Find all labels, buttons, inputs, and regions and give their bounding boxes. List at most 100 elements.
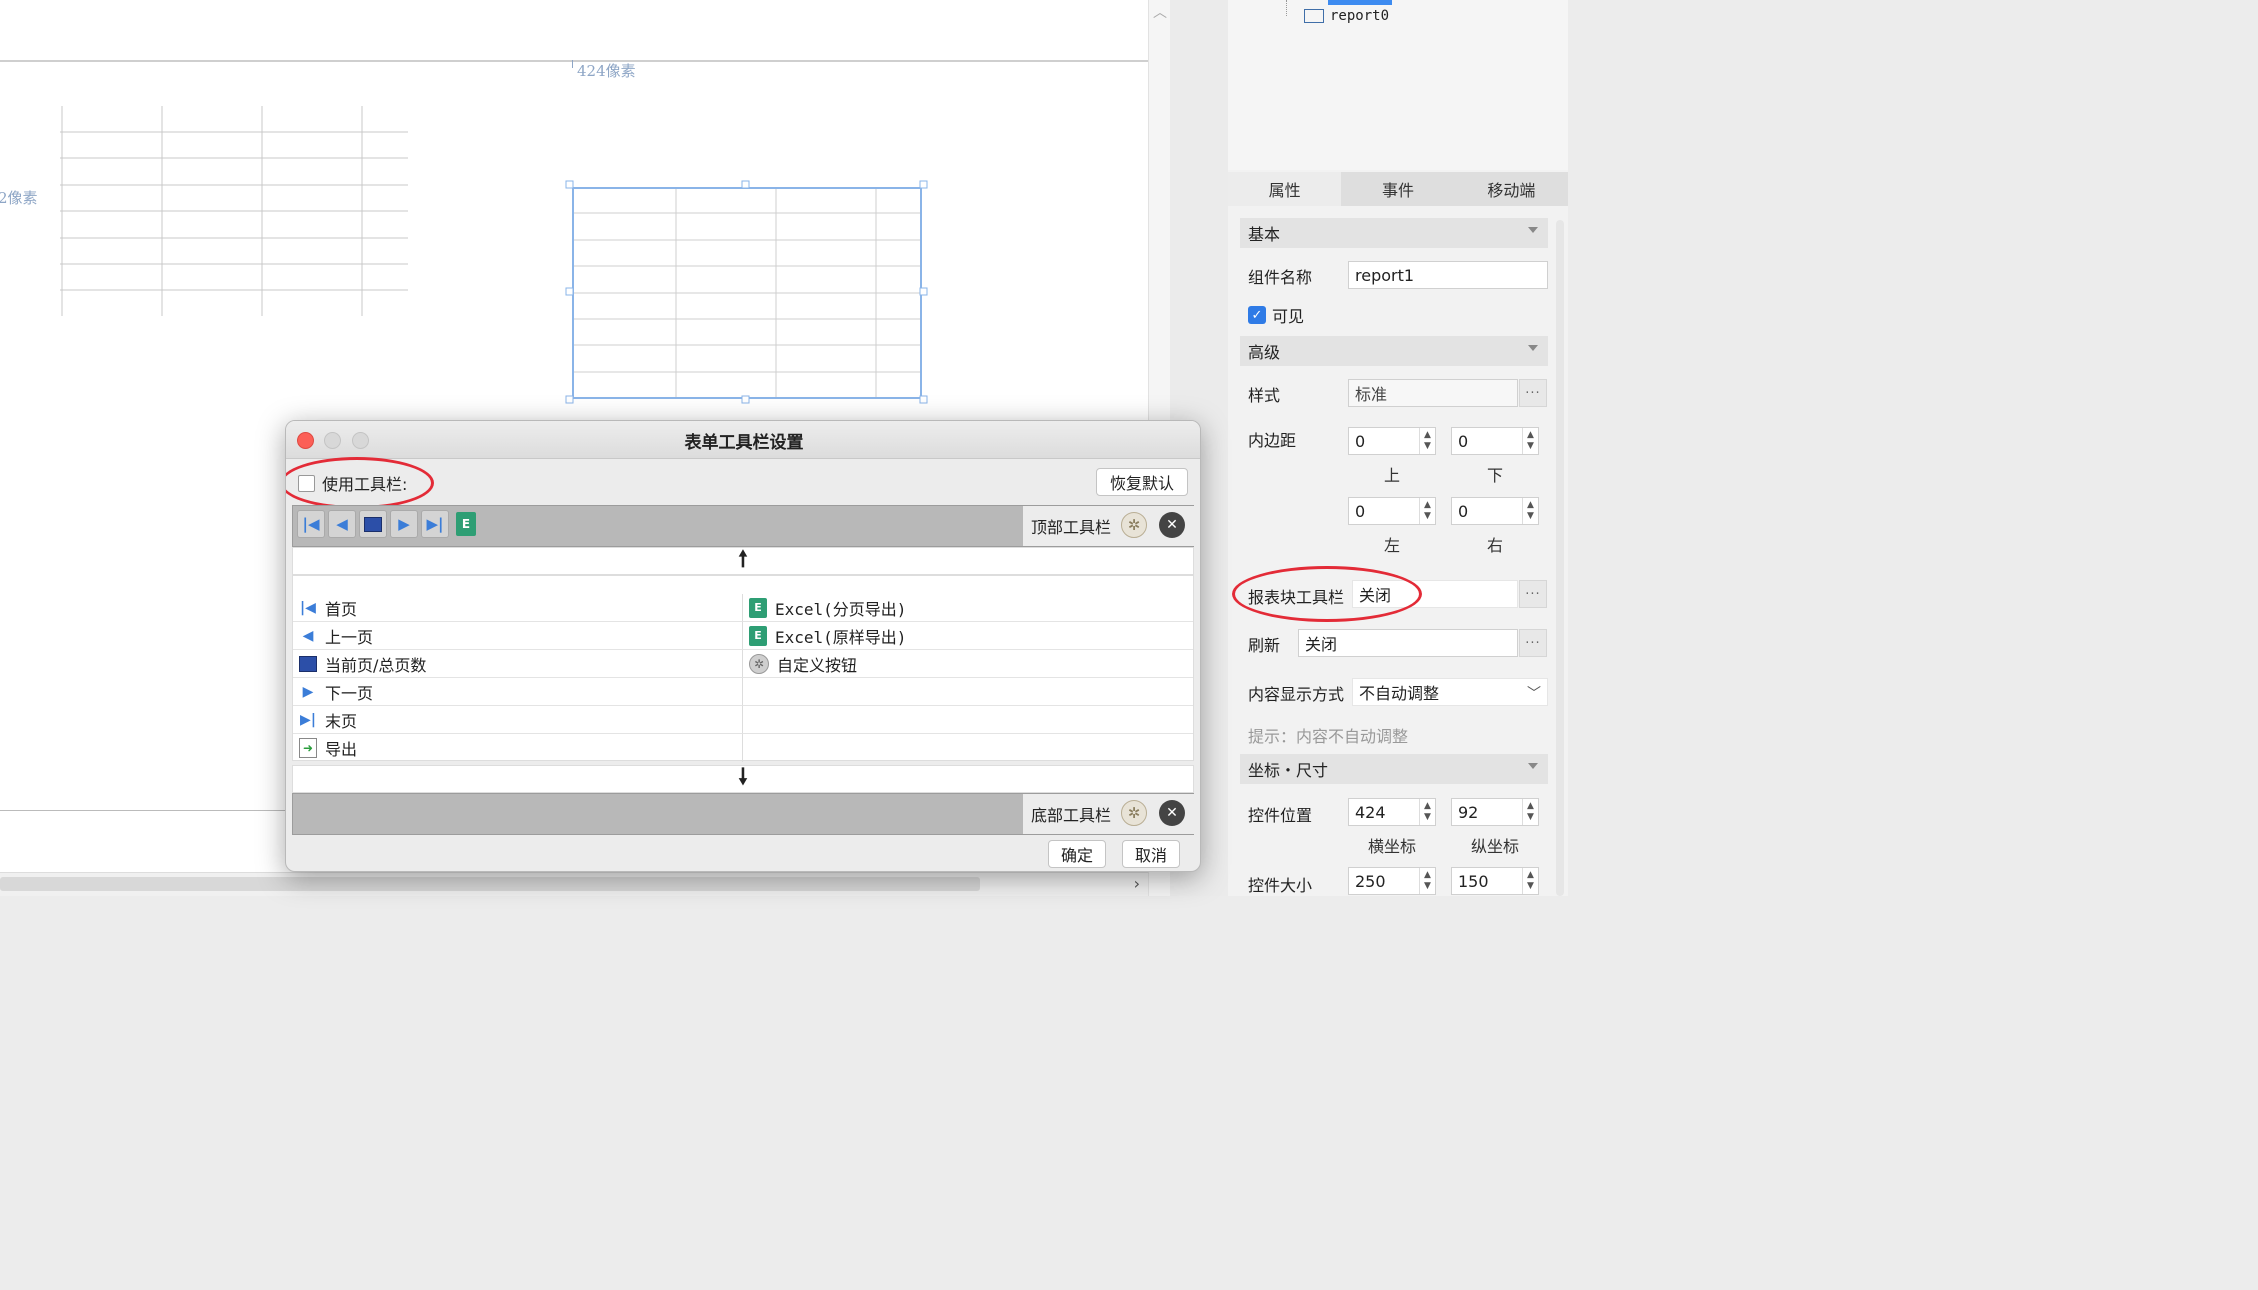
report1-grid-selected[interactable] [564,180,930,408]
refresh-field[interactable]: 关闭 [1298,629,1518,657]
panel-scrollbar[interactable] [1556,220,1564,896]
list-item-last-page[interactable]: ▶| 末页 [293,706,743,734]
style-field[interactable]: 标准 [1348,379,1518,407]
scroll-thumb[interactable] [0,877,980,891]
stepper-icon[interactable]: ▲ ▼ [1522,428,1538,454]
component-tree: report0 [1228,0,1568,170]
padding-bottom-value: 0 [1458,431,1469,451]
bottom-toolbar-row[interactable]: 底部工具栏 ✲ ✕ [292,793,1195,835]
style-more-button[interactable]: ··· [1519,379,1547,407]
list-item-export[interactable]: ➜ 导出 [293,734,743,762]
panel-tabs: 属性 事件 移动端 [1228,172,1568,206]
last-page-icon[interactable]: ▶| [421,510,449,538]
stepper-icon[interactable]: ▲ ▼ [1522,498,1538,524]
stepper-icon[interactable]: ▲ ▼ [1419,498,1435,524]
dialog-titlebar[interactable]: 表单工具栏设置 [286,421,1200,459]
list-item-label: 自定义按钮 [777,655,858,675]
name-label: 组件名称 [1248,268,1313,287]
display-mode-value: 不自动调整 [1359,684,1440,703]
position-x-input[interactable]: 424 ▲ ▼ [1348,798,1436,826]
report-toolbar-more-button[interactable]: ··· [1519,580,1547,608]
tree-selected-item[interactable] [1328,0,1392,5]
excel-icon[interactable]: E [452,510,480,538]
stepper-icon[interactable]: ▲ ▼ [1419,428,1435,454]
gear-icon[interactable]: ✲ [1121,800,1147,826]
horizontal-scrollbar[interactable]: › [0,872,1148,896]
position-y-sub: 纵坐标 [1470,837,1519,856]
size-width-input[interactable]: 250 ▲ ▼ [1348,867,1436,895]
stepper-icon[interactable]: ▲ ▼ [1522,799,1538,825]
report-icon [1304,9,1324,23]
report0-grid[interactable] [60,106,410,318]
chevron-down-icon [1528,227,1538,233]
list-item-label: 当前页/总页数 [325,655,427,675]
list-item-page-count[interactable]: 当前页/总页数 [293,650,743,678]
move-down-arrow[interactable]: 🠗 [292,765,1194,793]
scroll-right-icon[interactable]: › [1134,874,1140,893]
list-item-first-page[interactable]: |◀ 首页 [293,594,743,622]
close-icon[interactable]: ✕ [1159,512,1185,538]
scroll-up-icon[interactable]: ︿ [1153,2,1167,22]
refresh-more-button[interactable]: ··· [1519,629,1547,657]
padding-right-input[interactable]: 0 ▲ ▼ [1451,497,1539,525]
list-item-prev-page[interactable]: ◀ 上一页 [293,622,743,650]
padding-left-sub: 左 [1383,536,1400,555]
padding-left-input[interactable]: 0 ▲ ▼ [1348,497,1436,525]
padding-top-input[interactable]: 0 ▲ ▼ [1348,427,1436,455]
padding-bottom-sub: 下 [1486,466,1503,485]
stepper-icon[interactable]: ▲ ▼ [1419,868,1435,894]
gear-icon[interactable]: ✲ [1121,512,1147,538]
list-item-label: 导出 [325,740,358,759]
width-indicator: 424像素 [572,60,636,81]
list-item-excel-paged[interactable]: E Excel(分页导出) [743,594,1193,622]
top-toolbar-row[interactable]: |◀ ◀ ▶ ▶| E 顶部工具栏 ✲ ✕ [292,505,1195,547]
move-up-arrow[interactable]: 🠕 [292,547,1194,575]
highlight-oval [1232,566,1422,622]
first-page-icon: |◀ [300,599,316,616]
tree-item-report0[interactable]: report0 [1304,8,1389,24]
position-x-sub: 横坐标 [1367,837,1416,856]
list-item-label: 上一页 [325,627,374,647]
gear-icon: ✲ [749,653,769,674]
next-page-icon[interactable]: ▶ [390,510,418,538]
padding-top-value: 0 [1355,431,1366,451]
chevron-down-icon [1528,345,1538,351]
list-item-custom-button[interactable]: ✲ 自定义按钮 [743,650,1193,678]
restore-default-button[interactable]: 恢复默认 [1096,468,1188,496]
section-basic[interactable]: 基本 [1240,218,1548,248]
padding-right-value: 0 [1458,501,1469,521]
bottom-toolbar-label-area: 底部工具栏 ✲ ✕ [1023,794,1195,834]
toolbar-settings-dialog: 表单工具栏设置 使用工具栏: 恢复默认 |◀ ◀ ▶ ▶| E 顶部工具栏 ✲ … [285,420,1201,872]
list-item-empty [743,678,1193,706]
padding-bottom-input[interactable]: 0 ▲ ▼ [1451,427,1539,455]
tab-properties[interactable]: 属性 [1228,172,1342,206]
section-coord-size[interactable]: 坐标・尺寸 [1240,754,1548,784]
page-count-icon[interactable] [359,510,387,538]
cancel-button[interactable]: 取消 [1122,840,1180,868]
padding-top-sub: 上 [1383,466,1400,485]
section-advanced[interactable]: 高级 [1240,336,1548,366]
next-page-icon: ▶ [302,683,314,700]
list-item-label: 末页 [325,711,358,731]
tab-events[interactable]: 事件 [1341,172,1455,206]
close-icon[interactable]: ✕ [1159,800,1185,826]
list-item-next-page[interactable]: ▶ 下一页 [293,678,743,706]
visible-checkbox[interactable]: ✓ [1248,306,1266,324]
height-indicator: 2像素 [0,189,38,207]
display-mode-select[interactable]: 不自动调整 ﹀ [1352,678,1548,706]
bottom-toolbar-label: 底部工具栏 [1031,806,1112,825]
chevron-down-icon: ﹀ [1527,686,1541,702]
prev-page-icon[interactable]: ◀ [328,510,356,538]
canvas-bottom-border [0,810,290,811]
component-name-input[interactable]: report1 [1348,261,1548,289]
tab-mobile[interactable]: 移动端 [1454,172,1568,206]
list-item-excel-original[interactable]: E Excel(原样导出) [743,622,1193,650]
size-height-input[interactable]: 150 ▲ ▼ [1451,867,1539,895]
first-page-icon[interactable]: |◀ [297,510,325,538]
size-height-value: 150 [1458,871,1489,891]
stepper-icon[interactable]: ▲ ▼ [1522,868,1538,894]
excel-icon: E [749,625,767,646]
ok-button[interactable]: 确定 [1048,840,1106,868]
position-y-input[interactable]: 92 ▲ ▼ [1451,798,1539,826]
stepper-icon[interactable]: ▲ ▼ [1419,799,1435,825]
